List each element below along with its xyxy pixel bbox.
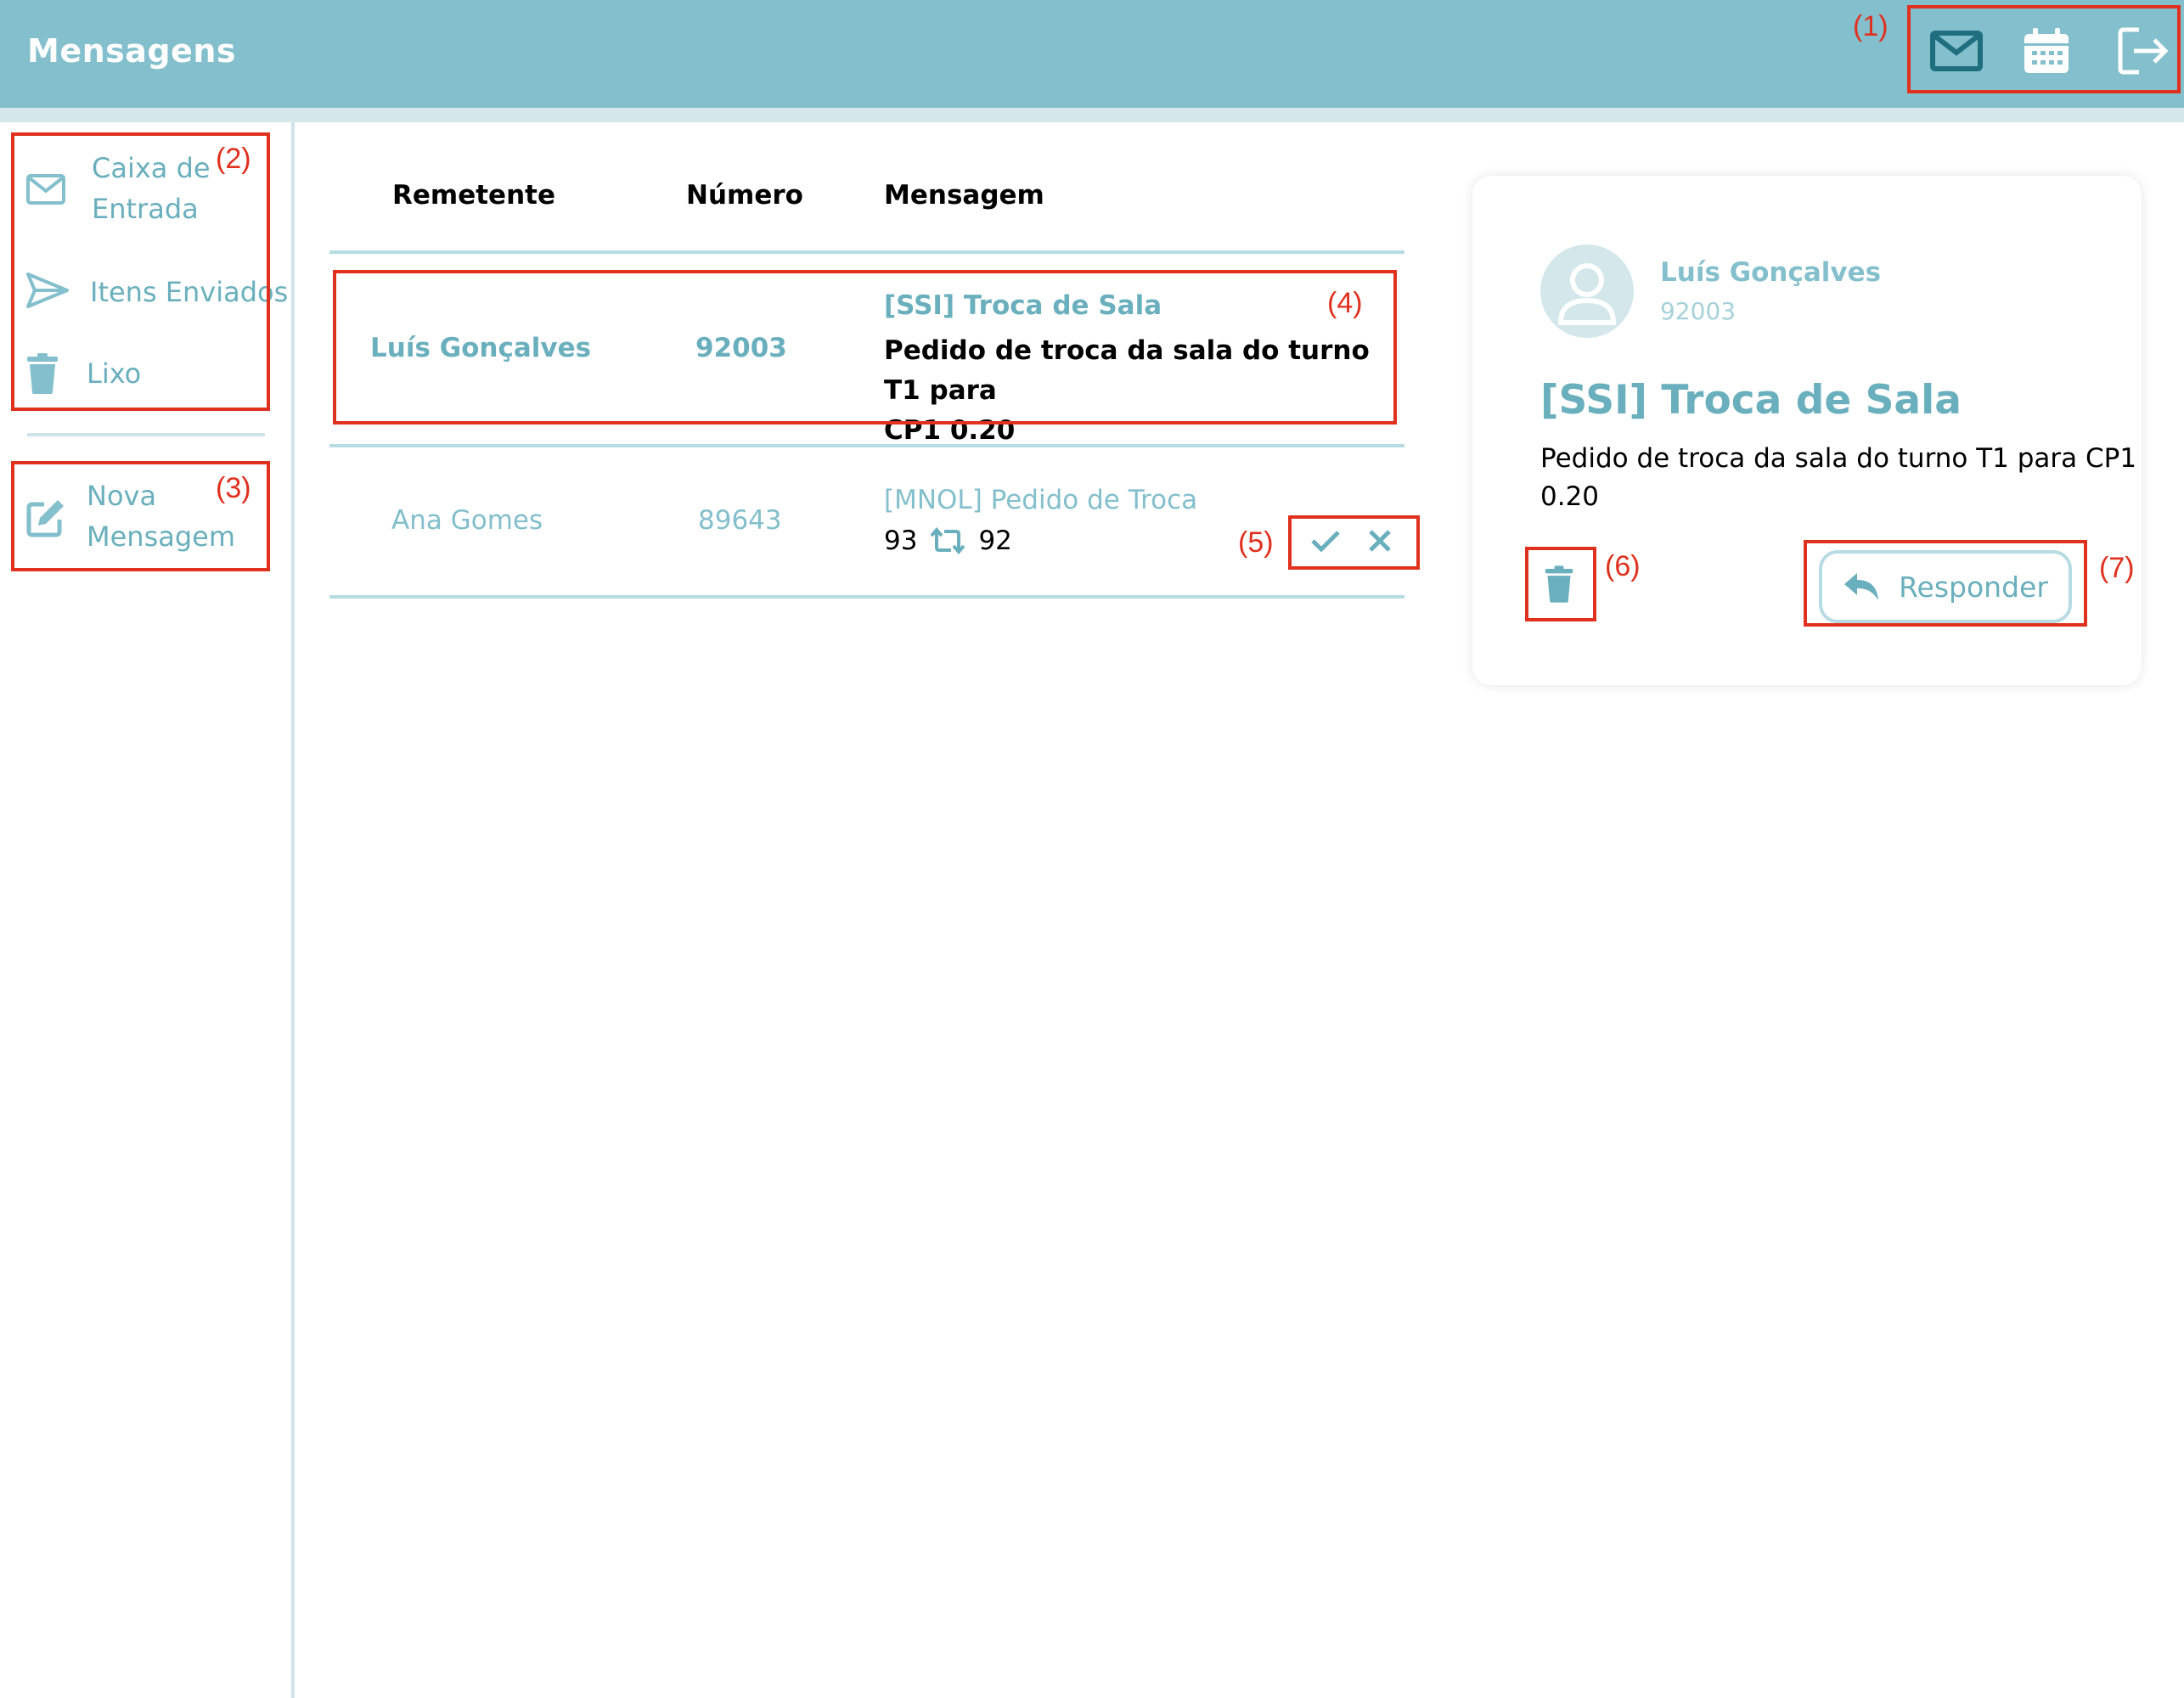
reply-icon <box>1844 573 1879 600</box>
sidebar-divider <box>27 433 265 436</box>
detail-number: 92003 <box>1660 297 1737 325</box>
reply-label: Responder <box>1899 570 2048 604</box>
sidebar-item-inbox[interactable]: Caixa de Entrada <box>25 148 211 229</box>
message-subject: [SSI] Troca de Sala <box>884 290 1162 321</box>
mail-icon <box>1930 31 1983 71</box>
message-body-line: Pedido de troca da sala do turno T1 para <box>884 335 1370 406</box>
delete-button[interactable] <box>1537 560 1581 608</box>
detail-body-line: 0.20 <box>1540 481 1600 512</box>
calendar-icon <box>2024 28 2069 73</box>
close-icon <box>1369 530 1391 552</box>
message-body: Pedido de troca da sala do turno T1 para… <box>884 331 1393 451</box>
annotation-label: (5) <box>1238 526 1274 559</box>
sidebar-item-label: Lixo <box>87 357 142 390</box>
check-icon <box>1311 531 1340 553</box>
swap-from: 93 <box>884 526 918 556</box>
page-title: Mensagens <box>27 32 237 70</box>
message-sender: Ana Gomes <box>391 505 543 536</box>
message-subject: [MNOL] Pedido de Troca <box>884 485 1198 515</box>
inbox-nav-button[interactable] <box>1921 19 1992 83</box>
annotation-label: (1) <box>1853 10 1888 42</box>
calendar-nav-button[interactable] <box>2011 19 2082 83</box>
table-row[interactable]: Ana Gomes 89643 [MNOL] Pedido de Troca 9… <box>335 458 1393 590</box>
annotation-label: (6) <box>1605 550 1641 582</box>
annotation-label: (4) <box>1327 287 1363 319</box>
reply-button[interactable]: Responder <box>1819 550 2072 623</box>
sidebar-item-sent[interactable]: Itens Enviados <box>25 272 288 312</box>
row-divider <box>329 444 1404 447</box>
swap-line: 93 92 <box>884 526 1012 556</box>
sidebar-item-label: Entrada <box>92 193 199 225</box>
annotation-label: (7) <box>2099 552 2135 584</box>
avatar <box>1540 245 1634 338</box>
swap-to: 92 <box>978 526 1012 556</box>
mail-icon <box>26 174 65 205</box>
user-icon <box>1557 263 1617 325</box>
column-header-number: Número <box>686 180 803 211</box>
new-message-label: Mensagem <box>87 520 236 553</box>
accept-button[interactable] <box>1305 520 1346 561</box>
top-bar-strip <box>0 108 2184 122</box>
new-message-label: Nova <box>87 480 157 512</box>
detail-body-line: Pedido de troca da sala do turno T1 para… <box>1540 443 2137 474</box>
send-icon <box>26 273 69 308</box>
table-header-divider <box>329 250 1404 254</box>
message-number: 92003 <box>695 333 787 363</box>
logout-icon <box>2118 27 2169 75</box>
reject-button[interactable] <box>1359 520 1400 561</box>
detail-body: Pedido de troca da sala do turno T1 para… <box>1540 440 2136 516</box>
logout-button[interactable] <box>2108 19 2179 83</box>
trash-icon <box>27 353 58 394</box>
sidebar-item-trash[interactable]: Lixo <box>25 353 141 394</box>
annotation-label: (3) <box>216 472 251 504</box>
column-header-message: Mensagem <box>884 180 1044 211</box>
new-message-button[interactable]: Nova Mensagem <box>25 475 235 557</box>
message-number: 89643 <box>698 505 782 536</box>
trash-icon <box>1545 565 1573 603</box>
sidebar-item-label: Itens Enviados <box>90 276 289 308</box>
row-divider <box>329 595 1404 599</box>
detail-subject: [SSI] Troca de Sala <box>1540 377 1962 424</box>
edit-icon <box>26 500 64 537</box>
column-header-sender: Remetente <box>392 180 555 211</box>
sidebar-item-label: Caixa de <box>92 152 211 184</box>
annotation-label: (2) <box>216 143 251 175</box>
sidebar-separator <box>291 122 295 1698</box>
table-row[interactable]: Luís Gonçalves 92003 [SSI] Troca de Sala… <box>335 273 1393 446</box>
message-sender: Luís Gonçalves <box>370 333 592 363</box>
detail-sender: Luís Gonçalves <box>1660 257 1882 288</box>
swap-icon <box>930 527 965 554</box>
